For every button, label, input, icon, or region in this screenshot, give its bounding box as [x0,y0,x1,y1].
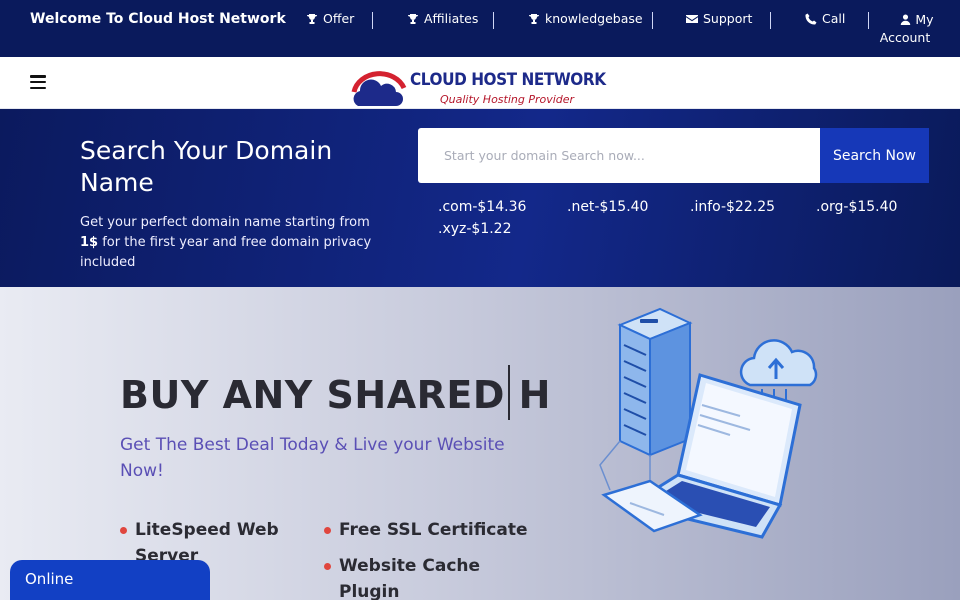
domain-price-list: .com-$14.36 .net-$15.40 .info-$22.25 .or… [438,199,938,249]
welcome-text: Welcome To Cloud Host Network [30,11,286,27]
price-xyz: .xyz-$1.22 [438,221,512,237]
server-laptop-cloud-illustration [599,307,818,539]
envelope-icon [686,14,698,23]
nav-knowledgebase-label: knowledgebase [545,11,643,26]
header-bar: CLOUD HOST NETWORK Quality Hosting Provi… [0,57,960,109]
nav-divider [493,12,494,29]
user-icon [901,14,911,25]
typing-caret [508,365,510,420]
trophy-icon [528,13,540,24]
price-com: .com-$14.36 [438,199,527,215]
domain-subtitle-start: Get your perfect domain name starting fr… [80,215,370,230]
domain-subtitle-end: for the first year and free domain priva… [80,235,372,270]
hero-section: BUY ANY SHARED H Get The Best Deal Today… [0,287,960,600]
site-logo[interactable]: CLOUD HOST NETWORK Quality Hosting Provi… [348,62,606,109]
nav-divider [770,12,771,29]
nav-divider [652,12,653,29]
trophy-icon [306,13,318,24]
nav-affiliates-label: Affiliates [424,11,479,26]
price-net: .net-$15.40 [567,199,649,215]
nav-offer-link[interactable]: Offer [306,11,354,26]
server-rack-icon [617,307,693,457]
logo-text: CLOUD HOST NETWORK [410,70,606,90]
domain-subtitle-highlight: 1$ [80,235,99,250]
nav-support-link[interactable]: Support [686,11,752,26]
hero-title: BUY ANY SHARED H [120,373,551,417]
nav-my-account-link[interactable]: My Account [860,11,950,47]
top-nav: Offer Affiliates knowledgebase Support C… [300,11,950,51]
domain-title: Search Your Domain Name [80,136,333,197]
nav-call-link[interactable]: Call [805,11,845,26]
domain-subtitle: Get your perfect domain name starting fr… [80,213,390,273]
hamburger-menu-icon[interactable] [30,75,46,89]
price-info: .info-$22.25 [690,199,776,215]
search-now-button[interactable]: Search Now [820,128,929,183]
domain-search-input[interactable] [418,128,820,183]
cloud-logo-icon [351,71,407,106]
nav-call-label: Call [822,11,846,26]
nav-knowledgebase-link[interactable]: knowledgebase [528,11,643,26]
trophy-icon [407,13,419,24]
feature-item: Website Cache Plugin [324,553,514,600]
price-org: .org-$15.40 [816,199,898,215]
logo-tagline: Quality Hosting Provider [440,93,575,106]
online-chat-widget[interactable]: Online [10,560,210,600]
feature-item: Free SSL Certificate [324,517,534,543]
domain-search-section: Search Your Domain Name Get your perfect… [0,109,960,287]
nav-support-label: Support [703,11,753,26]
nav-offer-label: Offer [323,11,355,26]
hero-subtitle: Get The Best Deal Today & Live your Webs… [120,435,505,481]
nav-affiliates-link[interactable]: Affiliates [407,11,478,26]
nav-divider [372,12,373,29]
phone-icon [805,13,817,25]
top-bar: Welcome To Cloud Host Network Offer Affi… [0,0,960,57]
